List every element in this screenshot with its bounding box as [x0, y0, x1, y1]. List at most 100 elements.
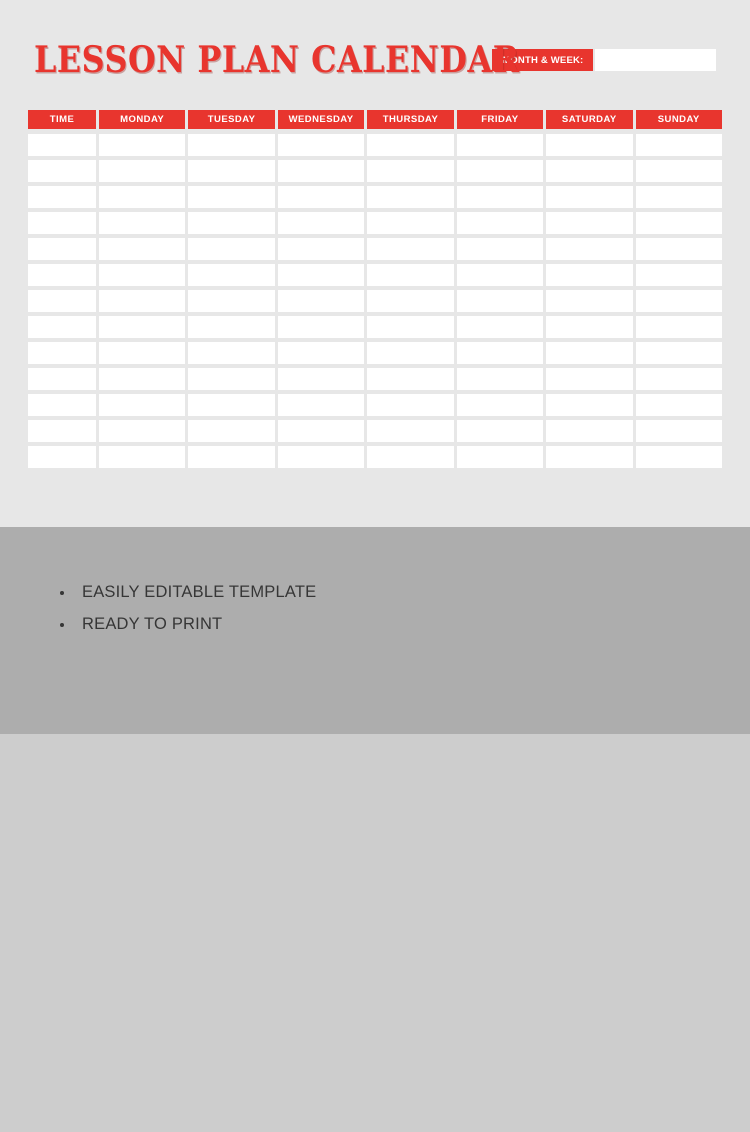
time-cell[interactable]	[28, 420, 96, 442]
day-cell[interactable]	[99, 238, 186, 260]
day-cell[interactable]	[367, 290, 454, 312]
day-cell[interactable]	[277, 238, 365, 260]
time-cell[interactable]	[28, 264, 96, 286]
day-cell[interactable]	[99, 212, 186, 234]
day-cell[interactable]	[99, 394, 186, 416]
day-cell[interactable]	[367, 264, 454, 286]
day-cell[interactable]	[546, 264, 633, 286]
day-cell[interactable]	[635, 368, 722, 390]
day-cell[interactable]	[99, 160, 186, 182]
day-cell[interactable]	[456, 446, 544, 468]
day-cell[interactable]	[635, 134, 722, 156]
time-cell[interactable]	[28, 342, 96, 364]
day-cell[interactable]	[277, 420, 365, 442]
time-cell[interactable]	[28, 238, 96, 260]
day-cell[interactable]	[546, 316, 633, 338]
day-cell[interactable]	[188, 342, 275, 364]
day-cell[interactable]	[367, 394, 454, 416]
day-cell[interactable]	[188, 368, 275, 390]
day-cell[interactable]	[367, 238, 454, 260]
day-cell[interactable]	[277, 212, 365, 234]
day-cell[interactable]	[367, 316, 454, 338]
day-cell[interactable]	[188, 316, 275, 338]
month-week-input[interactable]	[595, 49, 716, 71]
day-cell[interactable]	[188, 446, 275, 468]
time-cell[interactable]	[28, 212, 96, 234]
day-cell[interactable]	[546, 368, 633, 390]
day-cell[interactable]	[546, 212, 633, 234]
day-cell[interactable]	[367, 342, 454, 364]
day-cell[interactable]	[635, 186, 722, 208]
day-cell[interactable]	[188, 186, 275, 208]
day-cell[interactable]	[635, 212, 722, 234]
day-cell[interactable]	[635, 290, 722, 312]
day-cell[interactable]	[277, 316, 365, 338]
day-cell[interactable]	[546, 238, 633, 260]
day-cell[interactable]	[546, 160, 633, 182]
day-cell[interactable]	[635, 394, 722, 416]
day-cell[interactable]	[188, 420, 275, 442]
day-cell[interactable]	[99, 134, 186, 156]
day-cell[interactable]	[99, 290, 186, 312]
day-cell[interactable]	[367, 186, 454, 208]
day-cell[interactable]	[546, 186, 633, 208]
day-cell[interactable]	[277, 342, 365, 364]
day-cell[interactable]	[546, 394, 633, 416]
day-cell[interactable]	[99, 420, 186, 442]
day-cell[interactable]	[456, 238, 544, 260]
day-cell[interactable]	[546, 134, 633, 156]
day-cell[interactable]	[456, 394, 544, 416]
day-cell[interactable]	[99, 186, 186, 208]
time-cell[interactable]	[28, 186, 96, 208]
day-cell[interactable]	[456, 264, 544, 286]
day-cell[interactable]	[456, 134, 544, 156]
day-cell[interactable]	[188, 394, 275, 416]
day-cell[interactable]	[635, 446, 722, 468]
time-cell[interactable]	[28, 316, 96, 338]
day-cell[interactable]	[99, 316, 186, 338]
day-cell[interactable]	[456, 290, 544, 312]
day-cell[interactable]	[635, 316, 722, 338]
time-cell[interactable]	[28, 446, 96, 468]
time-cell[interactable]	[28, 134, 96, 156]
day-cell[interactable]	[456, 160, 544, 182]
day-cell[interactable]	[277, 160, 365, 182]
day-cell[interactable]	[99, 446, 186, 468]
day-cell[interactable]	[188, 212, 275, 234]
day-cell[interactable]	[635, 160, 722, 182]
day-cell[interactable]	[367, 134, 454, 156]
time-cell[interactable]	[28, 160, 96, 182]
day-cell[interactable]	[546, 420, 633, 442]
day-cell[interactable]	[367, 420, 454, 442]
day-cell[interactable]	[456, 316, 544, 338]
day-cell[interactable]	[367, 160, 454, 182]
time-cell[interactable]	[28, 368, 96, 390]
month-week-field[interactable]: MONTH & WEEK:	[492, 49, 716, 71]
time-cell[interactable]	[28, 290, 96, 312]
day-cell[interactable]	[635, 420, 722, 442]
day-cell[interactable]	[188, 290, 275, 312]
day-cell[interactable]	[188, 160, 275, 182]
day-cell[interactable]	[99, 368, 186, 390]
day-cell[interactable]	[277, 264, 365, 286]
day-cell[interactable]	[367, 446, 454, 468]
day-cell[interactable]	[546, 446, 633, 468]
day-cell[interactable]	[546, 342, 633, 364]
day-cell[interactable]	[635, 238, 722, 260]
day-cell[interactable]	[635, 342, 722, 364]
day-cell[interactable]	[277, 446, 365, 468]
day-cell[interactable]	[188, 264, 275, 286]
day-cell[interactable]	[99, 264, 186, 286]
day-cell[interactable]	[277, 368, 365, 390]
day-cell[interactable]	[456, 186, 544, 208]
day-cell[interactable]	[277, 134, 365, 156]
time-cell[interactable]	[28, 394, 96, 416]
day-cell[interactable]	[99, 342, 186, 364]
day-cell[interactable]	[277, 394, 365, 416]
day-cell[interactable]	[367, 212, 454, 234]
day-cell[interactable]	[546, 290, 633, 312]
day-cell[interactable]	[188, 238, 275, 260]
day-cell[interactable]	[456, 342, 544, 364]
day-cell[interactable]	[277, 290, 365, 312]
day-cell[interactable]	[367, 368, 454, 390]
